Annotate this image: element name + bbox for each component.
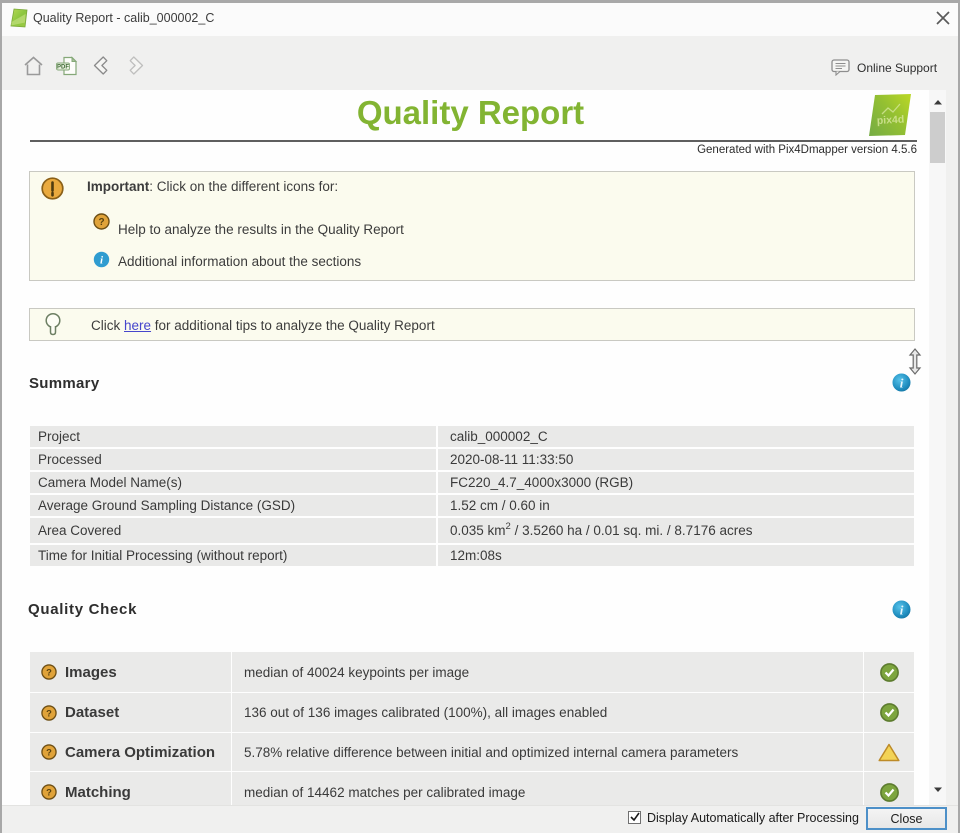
- svg-text:PDF: PDF: [57, 65, 69, 71]
- svg-text:i: i: [900, 376, 904, 391]
- svg-text:?: ?: [46, 666, 52, 677]
- svg-text:?: ?: [46, 707, 52, 718]
- svg-text:i: i: [900, 603, 904, 618]
- svg-text:?: ?: [98, 217, 104, 228]
- svg-text:?: ?: [46, 786, 52, 797]
- svg-text:?: ?: [46, 746, 52, 757]
- svg-text:pix4d: pix4d: [877, 114, 905, 127]
